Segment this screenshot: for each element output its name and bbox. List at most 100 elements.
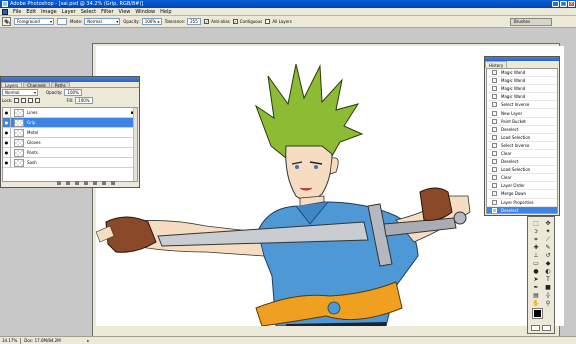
lock-transparency-checkbox[interactable] xyxy=(14,97,20,103)
contiguous-checkbox[interactable] xyxy=(232,19,238,24)
menu-layer[interactable]: Layer xyxy=(62,8,76,16)
eraser-tool-icon[interactable]: ▭ xyxy=(530,260,542,268)
maximize-button[interactable]: □ xyxy=(560,1,567,7)
menu-select[interactable]: Select xyxy=(81,8,96,16)
marquee-tool-icon[interactable]: ⬚ xyxy=(530,220,542,228)
eye-icon[interactable]: ● xyxy=(3,108,11,118)
tool-preset-picker[interactable] xyxy=(2,17,11,26)
eyedropper-tool-icon[interactable]: ⟠ xyxy=(542,292,554,300)
pattern-picker[interactable] xyxy=(57,18,67,25)
chevron-right-icon[interactable]: ▸ xyxy=(87,337,89,344)
menu-image[interactable]: Image xyxy=(41,8,57,16)
layer-row-metal[interactable]: ● Metal xyxy=(3,127,137,138)
eye-icon[interactable]: ● xyxy=(3,147,11,158)
zoom-level[interactable]: 34.17% xyxy=(2,337,17,344)
history-item[interactable]: Select Inverse xyxy=(487,101,557,110)
new-layer-icon[interactable] xyxy=(102,181,106,185)
eye-icon[interactable]: ● xyxy=(3,157,11,168)
history-brush-tool-icon[interactable]: ↺ xyxy=(542,252,554,260)
magic-wand-tool-icon[interactable]: ✦ xyxy=(542,228,554,236)
history-item-current[interactable]: Deselect xyxy=(487,206,557,213)
fill-source-select[interactable]: Foreground ▾ xyxy=(14,18,54,25)
history-item[interactable]: Clear xyxy=(487,174,557,183)
history-item[interactable]: Layer Order xyxy=(487,182,557,191)
history-item[interactable]: Load Selection xyxy=(487,166,557,175)
tab-paths[interactable]: Paths xyxy=(50,82,70,88)
zoom-tool-icon[interactable]: ⚲ xyxy=(542,300,554,308)
trash-icon[interactable] xyxy=(111,181,115,185)
history-item[interactable]: Magic Wand xyxy=(487,85,557,94)
brush-tool-icon[interactable]: ✎ xyxy=(542,244,554,252)
eye-icon[interactable]: ● xyxy=(3,117,11,128)
type-tool-icon[interactable]: T xyxy=(542,276,554,284)
document-icon[interactable] xyxy=(2,8,8,15)
tab-history[interactable]: History xyxy=(485,61,508,68)
tab-layers[interactable]: Layers xyxy=(1,82,23,88)
history-item[interactable]: Magic Wand xyxy=(487,77,557,86)
menu-window[interactable]: Window xyxy=(135,8,155,16)
menu-edit[interactable]: Edit xyxy=(26,8,36,16)
notes-tool-icon[interactable]: ▤ xyxy=(530,292,542,300)
hand-tool-icon[interactable]: ✋ xyxy=(530,300,542,308)
mask-icon[interactable] xyxy=(75,181,79,185)
close-button[interactable]: × xyxy=(568,1,575,7)
menu-help[interactable]: Help xyxy=(160,8,171,16)
mode-select[interactable]: Normal ▾ xyxy=(84,18,121,25)
anti-alias-checkbox[interactable] xyxy=(204,19,210,24)
slice-tool-icon[interactable]: ⟋ xyxy=(542,236,554,244)
new-set-icon[interactable] xyxy=(93,181,97,185)
eye-icon[interactable]: ● xyxy=(3,127,11,138)
minimize-button[interactable]: _ xyxy=(552,1,559,7)
opacity-field[interactable]: 100% ▸ xyxy=(141,18,162,25)
layer-row-grip[interactable]: ● Grip xyxy=(3,117,137,128)
foreground-color-swatch[interactable] xyxy=(532,308,543,319)
layer-blend-mode-select[interactable]: Normal ▾ xyxy=(2,88,38,96)
pen-tool-icon[interactable]: ✒ xyxy=(530,284,542,292)
lock-all-checkbox[interactable] xyxy=(35,97,41,103)
brushes-palette-tab[interactable]: Brushes xyxy=(510,18,552,26)
layer-style-icon[interactable] xyxy=(66,181,70,185)
layer-row-gloves[interactable]: ● Gloves xyxy=(3,137,137,148)
stamp-tool-icon[interactable]: ⊥ xyxy=(530,252,542,260)
layer-row-sash[interactable]: ● Sash xyxy=(3,157,137,168)
menu-view[interactable]: View xyxy=(119,8,131,16)
move-tool-icon[interactable]: ✥ xyxy=(542,220,554,228)
layer-opacity-field[interactable]: 100% xyxy=(64,88,83,96)
history-item[interactable]: Merge Down xyxy=(487,190,557,199)
layer-list-scrollbar[interactable] xyxy=(133,108,137,181)
crop-tool-icon[interactable]: ⌗ xyxy=(530,236,542,244)
tolerance-field[interactable]: 255 xyxy=(187,18,202,25)
eye-icon[interactable]: ● xyxy=(3,137,11,148)
history-item[interactable]: Select Inverse xyxy=(487,142,557,150)
history-item[interactable]: Deselect xyxy=(487,158,557,167)
layer-row-pants[interactable]: ● Pants xyxy=(3,147,137,158)
menu-file[interactable]: File xyxy=(13,8,21,16)
path-select-tool-icon[interactable]: ➤ xyxy=(530,276,542,284)
standard-mode-button[interactable] xyxy=(531,325,540,331)
lasso-tool-icon[interactable]: ↄ xyxy=(530,228,542,236)
quick-mask-mode-button[interactable] xyxy=(542,325,551,331)
history-item[interactable]: Load Selection xyxy=(487,134,557,142)
lock-position-checkbox[interactable] xyxy=(28,97,34,103)
menu-filter[interactable]: Filter xyxy=(101,8,113,16)
layer-row-lines[interactable]: ● Lines ▪ xyxy=(3,108,137,118)
lock-pixels-checkbox[interactable] xyxy=(21,97,27,103)
shape-tool-icon[interactable]: ■ xyxy=(542,284,554,292)
adjustment-icon[interactable] xyxy=(84,181,88,185)
paint-bucket-tool-icon[interactable]: ◆ xyxy=(542,260,554,268)
history-item[interactable]: Magic Wand xyxy=(487,69,557,78)
all-layers-checkbox[interactable] xyxy=(265,19,271,24)
dodge-tool-icon[interactable]: ◐ xyxy=(542,268,554,276)
layer-list: ● Lines ▪ ● Grip ● Metal ● Gloves ● Pant… xyxy=(2,107,138,182)
history-item[interactable]: Clear xyxy=(487,150,557,159)
history-item[interactable]: Magic Wand xyxy=(487,93,557,102)
healing-tool-icon[interactable]: ✚ xyxy=(530,244,542,252)
history-item[interactable]: Deselect xyxy=(487,126,557,134)
layer-fill-field[interactable]: 100% xyxy=(75,96,94,104)
history-item[interactable]: New Layer xyxy=(487,109,557,118)
link-icon[interactable] xyxy=(57,181,61,185)
history-item[interactable]: Layer Properties xyxy=(487,199,557,207)
blur-tool-icon[interactable]: ● xyxy=(530,268,542,276)
history-item[interactable]: Paint Bucket xyxy=(487,118,557,126)
tab-channels[interactable]: Channels xyxy=(23,82,50,88)
